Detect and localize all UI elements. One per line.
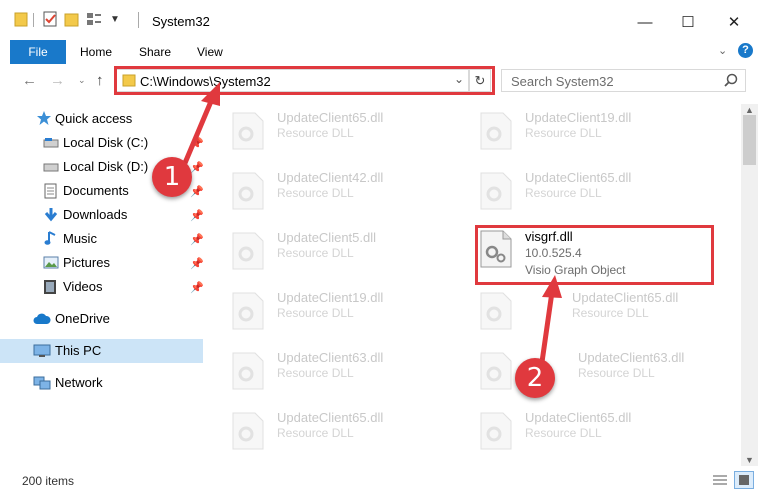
arrow-2-line: [539, 291, 555, 363]
annotation-arrows: [182, 82, 562, 363]
annotation-badge-1: 1: [152, 157, 192, 197]
arrow-1-line: [182, 98, 215, 164]
arrow-1-head: [201, 82, 220, 106]
annotation-badge-2: 2: [515, 358, 555, 398]
arrow-2-head: [542, 275, 562, 298]
